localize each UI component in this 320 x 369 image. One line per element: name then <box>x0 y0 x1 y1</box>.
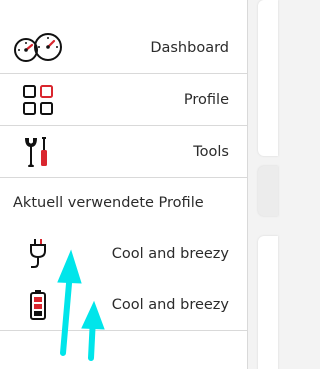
power-plug-icon <box>18 236 58 272</box>
content-card <box>258 236 278 369</box>
tools-icon <box>12 134 64 170</box>
battery-icon <box>18 287 58 323</box>
sidebar-item-tools[interactable]: Tools <box>0 126 247 178</box>
sidebar-top-spacer <box>0 0 248 22</box>
sidebar-item-label: Tools <box>193 143 229 160</box>
active-profile-item[interactable]: Cool and breezy <box>0 279 247 331</box>
content-card <box>258 166 278 216</box>
sidebar-item-label: Dashboard <box>150 39 229 56</box>
section-title: Aktuell verwendete Profile <box>13 195 204 211</box>
app-stage: Dashboard Profile Tools Aktuell verwende… <box>0 0 278 369</box>
sidebar: Dashboard Profile Tools Aktuell verwende… <box>0 22 248 369</box>
content-card <box>258 0 278 156</box>
sidebar-item-label: Profile <box>183 91 229 108</box>
gauges-icon <box>12 30 64 66</box>
profile-label: Cool and breezy <box>111 296 229 313</box>
profile-label: Cool and breezy <box>111 245 229 262</box>
sidebar-item-dashboard[interactable]: Dashboard <box>0 22 247 74</box>
sidebar-item-profile[interactable]: Profile <box>0 74 247 126</box>
active-profile-item[interactable]: Cool and breezy <box>0 228 247 279</box>
grid-icon <box>12 82 64 118</box>
